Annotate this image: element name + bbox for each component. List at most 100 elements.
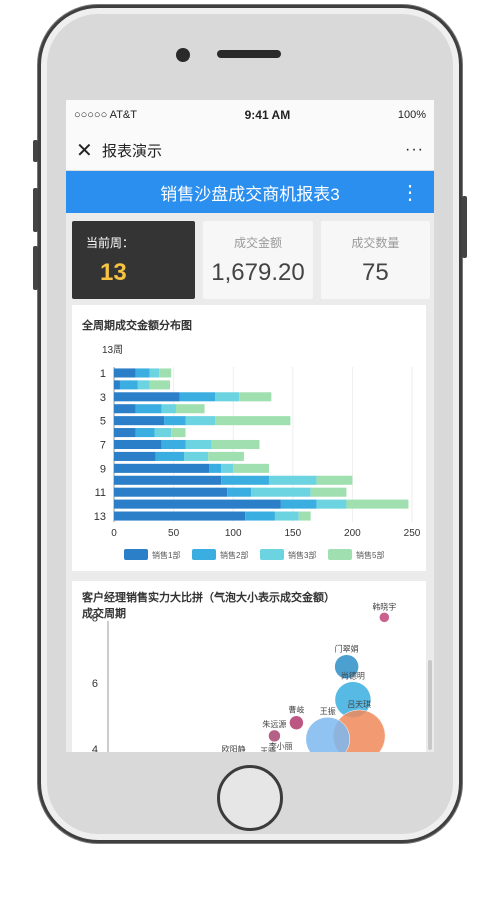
legend-label-0: 销售1部 bbox=[152, 550, 180, 560]
kebab-menu-icon[interactable]: ⋮ bbox=[400, 180, 420, 205]
x-tick-label-3: 150 bbox=[284, 528, 301, 539]
home-button[interactable] bbox=[217, 765, 283, 831]
legend-label-2: 销售3部 bbox=[288, 550, 316, 560]
status-bar: ○○○○○ AT&T 9:41 AM 100% bbox=[66, 100, 434, 130]
bar-segment-2-3 bbox=[149, 380, 171, 390]
legend-swatch-1 bbox=[192, 549, 216, 560]
bar-segment-1-0 bbox=[114, 368, 136, 378]
bubble-y-tick-2: 8 bbox=[92, 612, 98, 624]
x-tick-label-0: 0 bbox=[111, 528, 117, 539]
report-banner: 销售沙盘成交商机报表3 ⋮ bbox=[66, 171, 434, 213]
bar-segment-1-3 bbox=[159, 368, 172, 378]
kpi-current-week: 当前周： 13 bbox=[72, 221, 196, 299]
bar-segment-12-0 bbox=[114, 499, 281, 509]
y-tick-label-7: 7 bbox=[100, 440, 106, 452]
y-tick-label-9: 9 bbox=[100, 463, 106, 475]
bar-segment-8-1 bbox=[155, 451, 185, 461]
bar-segment-1-2 bbox=[149, 368, 160, 378]
x-tick-label-4: 200 bbox=[344, 528, 361, 539]
bubble-label-4: 王振 bbox=[320, 706, 336, 716]
kpi-amount: 成交金额 1,679.20 bbox=[203, 221, 313, 299]
bar-segment-9-2 bbox=[221, 463, 234, 473]
bar-segment-3-1 bbox=[179, 392, 216, 402]
bar-segment-7-0 bbox=[114, 439, 162, 450]
y-tick-label-5: 5 bbox=[100, 416, 106, 428]
bubble-6 bbox=[268, 729, 281, 743]
navigation-bar: ✕ 报表演示 ··· bbox=[66, 130, 434, 171]
bar-segment-8-3 bbox=[208, 451, 244, 461]
bubble-label-1: 门翠娟 bbox=[335, 644, 359, 654]
bar-segment-12-3 bbox=[346, 499, 409, 509]
kpi-week-label: 当前周： bbox=[86, 235, 135, 250]
volume-down-button bbox=[33, 246, 38, 290]
bar-segment-7-2 bbox=[185, 439, 212, 450]
bar-segment-9-1 bbox=[209, 463, 222, 473]
bar-segment-6-1 bbox=[135, 428, 155, 438]
bar-segment-2-1 bbox=[119, 380, 138, 390]
bar-segment-10-1 bbox=[221, 475, 269, 485]
bubble-label-9: 李小丽 bbox=[269, 741, 293, 751]
kpi-amount-label: 成交金额 bbox=[233, 235, 282, 250]
bubble-chart: 成交周期468韩晓宇门翠娟尚德明吕天琪王振曹岐朱远源欧阳静王晓李小丽郭涛 bbox=[82, 601, 396, 752]
more-icon[interactable]: ··· bbox=[405, 141, 424, 159]
bar-segment-13-1 bbox=[245, 511, 275, 521]
bar-chart-title: 全周期成交金额分布图 bbox=[82, 320, 192, 332]
bar-segment-13-2 bbox=[274, 511, 299, 521]
bar-segment-6-0 bbox=[114, 428, 136, 438]
bar-segment-13-3 bbox=[298, 511, 311, 521]
bar-segment-11-1 bbox=[227, 487, 252, 497]
clock: 9:41 AM bbox=[244, 108, 291, 122]
bar-segment-13-0 bbox=[114, 511, 246, 521]
bar-segment-1-1 bbox=[135, 368, 150, 378]
bar-segment-11-0 bbox=[114, 487, 228, 497]
nav-title: 报表演示 bbox=[102, 142, 163, 160]
legend-swatch-2 bbox=[260, 549, 284, 560]
bar-chart: 13周0 50 100 150 200 250135791113销售1部 销售2部 销售3部销… bbox=[94, 344, 421, 560]
bubble-label-0: 韩晓宇 bbox=[372, 601, 396, 611]
bar-segment-4-1 bbox=[135, 404, 162, 414]
bar-segment-3-0 bbox=[114, 392, 180, 402]
bar-segment-7-1 bbox=[161, 439, 186, 450]
bubble-y-tick-0: 4 bbox=[92, 744, 98, 752]
bar-segment-11-2 bbox=[251, 487, 311, 497]
bubble-chart-title: 客户经理销售实力大比拼（气泡大小表示成交金额） bbox=[82, 592, 335, 604]
bar-segment-2-2 bbox=[137, 380, 150, 390]
bar-segment-8-2 bbox=[184, 451, 209, 461]
bar-segment-6-3 bbox=[171, 428, 186, 438]
bar-segment-4-2 bbox=[161, 404, 176, 414]
bar-chart-card: 全周期成交金额分布图 13周 0 50 100 150 200 250 1 3 5 7 9 11 13 销售… bbox=[72, 305, 426, 571]
bubble-label-2: 尚德明 bbox=[341, 671, 365, 681]
kpi-count-value: 75 bbox=[361, 258, 389, 286]
bar-segment-12-2 bbox=[316, 499, 347, 509]
kpi-row: 当前周： 13 成交金额 1,679.20 成交数量 75 bbox=[66, 213, 434, 305]
earpiece-speaker bbox=[217, 50, 281, 58]
y-tick-label-1: 1 bbox=[100, 368, 106, 380]
phone-screen: ○○○○○ AT&T 9:41 AM 100% ✕ 报表演示 ··· 销售沙盘成… bbox=[66, 100, 434, 752]
legend-swatch-0 bbox=[124, 549, 148, 560]
bar-segment-12-1 bbox=[280, 499, 317, 509]
bar-segment-10-2 bbox=[268, 475, 317, 485]
front-camera bbox=[176, 48, 190, 62]
legend-label-1: 销售2部 bbox=[220, 550, 248, 560]
bubble-5 bbox=[289, 715, 304, 730]
y-axis-title: 13周 bbox=[102, 344, 123, 356]
bar-segment-5-3 bbox=[215, 416, 291, 426]
bubble-y-axis-title: 成交周期 bbox=[82, 606, 126, 620]
volume-up-button bbox=[33, 188, 38, 232]
legend-swatch-3 bbox=[328, 549, 352, 560]
bar-segment-9-3 bbox=[233, 463, 269, 473]
bar-segment-5-1 bbox=[164, 416, 186, 426]
bar-segment-10-0 bbox=[114, 475, 222, 485]
bubble-label-6: 朱远源 bbox=[262, 719, 286, 729]
y-tick-label-3: 3 bbox=[100, 392, 106, 404]
bubble-y-tick-1: 6 bbox=[92, 678, 98, 690]
y-tick-label-11: 11 bbox=[95, 487, 106, 499]
kpi-week-value: 13 bbox=[100, 258, 127, 286]
bar-segment-5-2 bbox=[185, 416, 216, 426]
kpi-count: 成交数量 75 bbox=[320, 221, 430, 299]
bar-segment-3-3 bbox=[239, 392, 272, 402]
kpi-count-label: 成交数量 bbox=[351, 235, 400, 250]
scrollbar[interactable] bbox=[428, 660, 432, 750]
report-title: 销售沙盘成交商机报表3 bbox=[160, 184, 340, 204]
close-icon[interactable]: ✕ bbox=[76, 138, 102, 163]
